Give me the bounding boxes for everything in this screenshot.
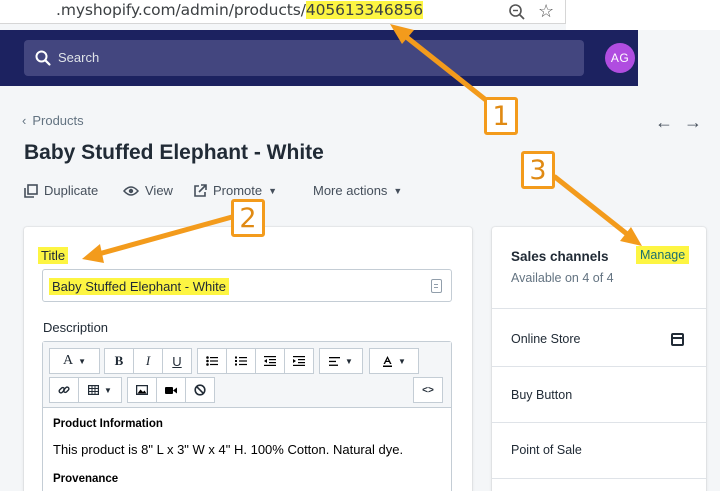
search-bar[interactable]: Search	[24, 40, 584, 76]
more-actions-label: More actions	[313, 183, 388, 198]
user-avatar[interactable]: AG	[605, 43, 635, 73]
link-icon	[58, 386, 70, 394]
callout-2: 2	[231, 199, 265, 237]
channel-name: Online Store	[511, 332, 581, 346]
promote-button[interactable]: Promote ▼	[193, 183, 277, 198]
eye-icon	[123, 185, 139, 196]
description-label: Description	[43, 320, 109, 335]
admin-top-bar: Search AG	[0, 30, 638, 86]
title-input-value: Baby Stuffed Elephant - White	[49, 278, 229, 295]
search-placeholder: Search	[58, 50, 100, 65]
view-label: View	[145, 183, 173, 198]
duplicate-icon	[24, 183, 38, 198]
align-left-icon	[329, 356, 341, 366]
previous-product-arrow-icon[interactable]: ←	[655, 113, 673, 131]
breadcrumb[interactable]: ‹ Products	[22, 113, 84, 128]
channel-name: Buy Button	[511, 388, 573, 402]
sales-channels-card: Sales channels Available on 4 of 4 Manag…	[492, 227, 706, 491]
underline-button[interactable]: U	[162, 348, 192, 374]
sales-channels-availability: Available on 4 of 4	[511, 271, 614, 285]
form-field-icon	[431, 279, 442, 293]
url-prefix: .myshopify.com/admin/products/	[56, 1, 306, 19]
description-editor[interactable]: A ▼ B I U ▼ ▼ ▼ <> Product Information T…	[42, 341, 452, 491]
channel-row[interactable]: Online Store	[492, 308, 706, 366]
insert-image-button[interactable]	[127, 377, 157, 403]
caret-down-icon: ▼	[393, 185, 403, 196]
caret-down-icon: ▼	[78, 356, 87, 366]
content-heading: Product Information	[53, 418, 163, 430]
content-paragraph: This product is 8" L x 3" W x 4" H. 100%…	[53, 442, 404, 457]
bullet-list-icon	[206, 356, 218, 366]
insert-video-button[interactable]	[156, 377, 186, 403]
sales-channels-title: Sales channels	[511, 249, 609, 264]
callout-3: 3	[521, 151, 555, 189]
url-text[interactable]: .myshopify.com/admin/products/4056133468…	[56, 1, 423, 19]
callout-1: 1	[484, 97, 518, 135]
page-title: Baby Stuffed Elephant - White	[24, 141, 324, 164]
clear-formatting-icon	[194, 384, 206, 396]
title-label: Title	[38, 247, 69, 264]
indent-button[interactable]	[284, 348, 314, 374]
duplicate-label: Duplicate	[44, 183, 99, 198]
url-product-id: 405613346856	[305, 1, 423, 19]
text-color-button[interactable]: ▼	[369, 348, 419, 374]
content-heading: Provenance	[53, 473, 119, 485]
breadcrumb-products: Products	[32, 113, 84, 128]
font-button[interactable]: A ▼	[49, 348, 100, 374]
next-product-arrow-icon[interactable]: →	[684, 113, 702, 131]
insert-link-button[interactable]	[49, 377, 79, 403]
description-content[interactable]: Product Information This product is 8" L…	[53, 418, 443, 485]
search-icon	[35, 50, 51, 66]
chevron-left-icon: ‹	[22, 113, 27, 128]
duplicate-button[interactable]: Duplicate	[24, 183, 98, 198]
channel-row[interactable]: Point of Sale	[492, 422, 706, 478]
channel-name: Point of Sale	[511, 443, 582, 457]
clear-formatting-button[interactable]	[185, 377, 215, 403]
bookmark-star-icon[interactable]: ☆	[538, 1, 554, 21]
bullet-list-button[interactable]	[197, 348, 227, 374]
product-details-card: Title Baby Stuffed Elephant - White Desc…	[24, 227, 472, 491]
caret-down-icon: ▼	[104, 385, 112, 395]
calendar-icon[interactable]	[671, 333, 684, 346]
bold-button[interactable]: B	[104, 348, 134, 374]
numbered-list-button[interactable]	[226, 348, 256, 374]
channel-row[interactable]	[492, 478, 706, 491]
font-icon: A	[62, 353, 74, 368]
caret-down-icon: ▼	[268, 185, 278, 196]
caret-down-icon: ▼	[398, 356, 406, 366]
channel-row[interactable]: Buy Button	[492, 366, 706, 422]
numbered-list-icon	[235, 356, 247, 366]
table-icon	[88, 385, 100, 395]
caret-down-icon: ▼	[345, 356, 353, 366]
more-actions-button[interactable]: More actions ▼	[313, 183, 402, 198]
zoom-out-icon[interactable]	[508, 3, 526, 21]
manage-channels-link[interactable]: Manage	[636, 246, 690, 264]
outdent-button[interactable]	[255, 348, 285, 374]
editor-toolbar: A ▼ B I U ▼ ▼ ▼ <>	[43, 342, 451, 408]
image-icon	[136, 385, 148, 395]
browser-chrome-gap	[566, 0, 720, 30]
view-button[interactable]: View	[123, 183, 173, 198]
browser-url-bar[interactable]: .myshopify.com/admin/products/4056133468…	[0, 0, 566, 24]
outdent-icon	[264, 356, 276, 366]
align-button[interactable]: ▼	[319, 348, 363, 374]
video-icon	[165, 386, 177, 394]
text-color-icon	[383, 355, 393, 367]
show-html-button[interactable]: <>	[413, 377, 443, 403]
indent-icon	[293, 356, 305, 366]
italic-button[interactable]: I	[133, 348, 163, 374]
title-input[interactable]: Baby Stuffed Elephant - White	[42, 269, 452, 302]
insert-table-button[interactable]: ▼	[78, 377, 122, 403]
promote-label: Promote	[213, 183, 263, 198]
external-share-icon	[194, 183, 207, 197]
